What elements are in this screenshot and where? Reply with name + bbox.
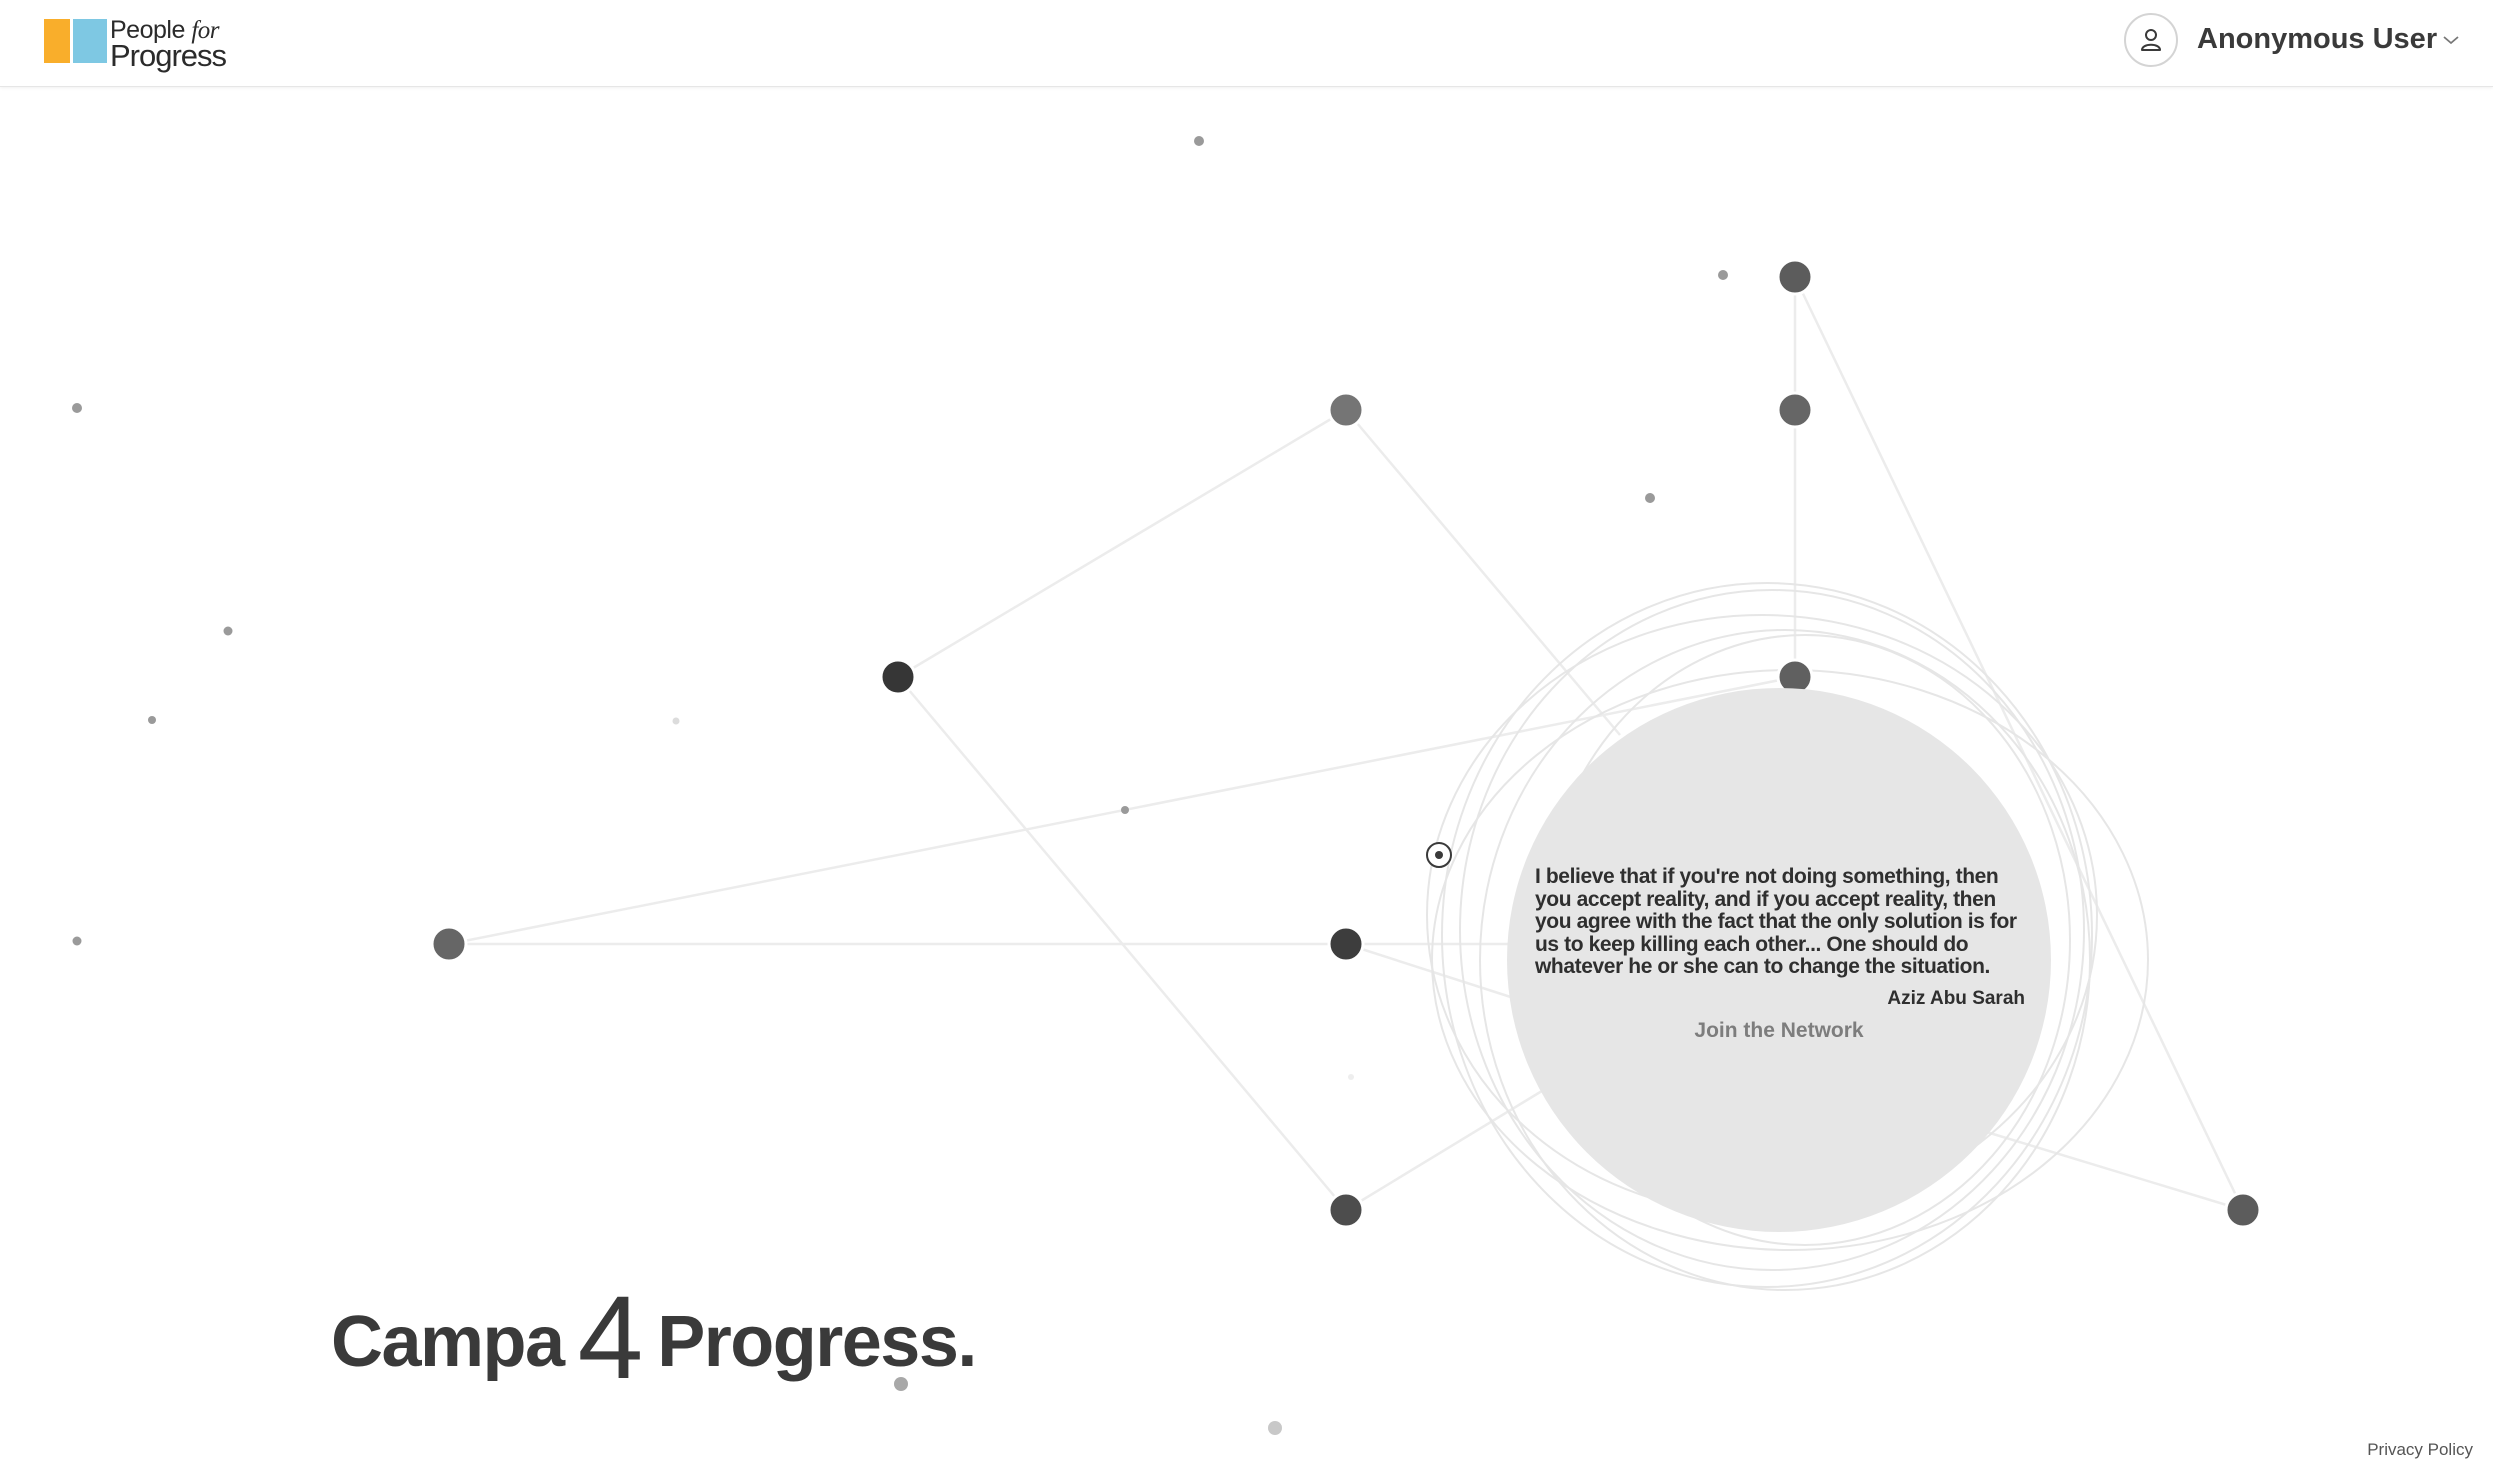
small-dots [72,136,1728,1435]
quote-author: Aziz Abu Sarah [1887,987,2025,1009]
graph-node [879,658,917,696]
logo-orange-block [44,19,70,63]
graph-node [1327,1191,1365,1229]
graph-dot [1348,1074,1354,1080]
graph-node [1327,391,1365,429]
headline-part1: Campa [331,1302,565,1382]
graph-dot [223,626,233,636]
logo-text-line2: Progress [110,38,227,73]
user-menu[interactable]: Anonymous User [2124,12,2476,74]
graph-dot [72,403,82,413]
headline-part2: Progress. [657,1302,977,1382]
graph-node [430,925,468,963]
graph-dot [1268,1421,1282,1435]
graph-dot [1121,806,1129,814]
graph-edge [1345,409,1621,736]
user-name[interactable]: Anonymous User [2197,23,2437,56]
graph-node [1776,391,1814,429]
graph-dot [1194,136,1204,146]
page-headline: Campa 4 Progress. [331,1270,977,1406]
graph-node [2224,1191,2262,1229]
graph-dot [672,717,680,725]
graph-dot [1645,493,1655,503]
join-network-link[interactable]: Join the Network [1694,1019,1863,1043]
graph-dot [1718,270,1728,280]
people-for-progress-logo[interactable]: People for Progress [44,17,227,72]
graph-dot [72,936,82,946]
graph-dot [148,716,156,724]
target-icon [1426,842,1452,868]
headline-number: 4 [577,1272,644,1404]
graph-node [1776,258,1814,296]
chevron-down-icon[interactable] [2442,34,2460,46]
person-icon[interactable] [2124,13,2178,67]
quote-text: I believe that if you're not doing somet… [1535,865,2017,978]
quote-box: I believe that if you're not doing somet… [1535,865,2025,1010]
network-graph [72,136,2262,1435]
graph-edge [1345,1078,1561,1212]
graph-node [1327,925,1365,963]
graph-edge [897,408,1347,679]
privacy-policy-link[interactable]: Privacy Policy [2367,1440,2473,1460]
top-header: People for Progress Anonymous User [0,0,2493,87]
logo-blue-block [73,19,107,63]
